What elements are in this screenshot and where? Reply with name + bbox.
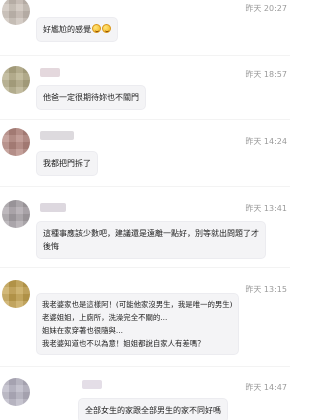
avatar[interactable]: [2, 378, 30, 406]
avatar[interactable]: [2, 128, 30, 156]
comment-text: 我都把門拆了: [43, 159, 91, 168]
comment-text: 老婆姐姐，上廁所，洗澡完全不關的...: [42, 313, 168, 322]
comment-time: 昨天 14:24: [245, 137, 287, 146]
comment-item: 昨天 13:41 這種事應該少數吧，建議還是遠離一點好，別等就出問題了才 後悔: [0, 196, 290, 264]
avatar[interactable]: [2, 200, 30, 228]
comment-bubble: 我老婆家也是這樣阿！(可能他家沒男生，我是唯一的男生) 老婆姐姐，上廁所，洗澡完…: [36, 293, 239, 355]
comment-text: 這種事應該少數吧，建議還是遠離一點好，別等就出問題了才: [43, 229, 259, 238]
divider: [0, 55, 290, 56]
comment-time: 昨天 14:47: [245, 383, 287, 392]
comment-text: 後悔: [43, 242, 59, 251]
username-blurred[interactable]: [82, 380, 102, 389]
avatar[interactable]: [2, 280, 30, 308]
avatar[interactable]: [2, 66, 30, 94]
comment-bubble: 他爸一定很期待妳也不關門: [36, 85, 146, 110]
divider: [0, 186, 290, 187]
comment-bubble: 好尷尬的感覺: [36, 17, 118, 42]
avatar[interactable]: [2, 0, 30, 25]
comment-item: 昨天 14:47 全部女生的家跟全部男生的家不同好嗎: [0, 374, 290, 420]
grinning-sweat-emoji-icon: [92, 24, 101, 33]
comment-text: 好尷尬的感覺: [43, 25, 91, 34]
username-blurred[interactable]: [40, 203, 66, 212]
comment-bubble: 全部女生的家跟全部男生的家不同好嗎: [78, 398, 228, 420]
divider: [0, 366, 290, 367]
comment-time: 昨天 20:27: [245, 4, 287, 13]
comment-time: 昨天 18:57: [245, 70, 287, 79]
comment-item: 昨天 18:57 他爸一定很期待妳也不關門: [0, 62, 290, 114]
comment-text: 姐妹在家穿著也很隨與...: [42, 326, 123, 335]
comment-text: 他爸一定很期待妳也不關門: [43, 93, 139, 102]
grinning-sweat-emoji-icon: [102, 24, 111, 33]
comment-bubble: 這種事應該少數吧，建議還是遠離一點好，別等就出問題了才 後悔: [36, 221, 266, 259]
comment-bubble: 我都把門拆了: [36, 151, 98, 176]
comment-text: 全部女生的家跟全部男生的家不同好嗎: [85, 406, 221, 415]
comment-item: 昨天 14:24 我都把門拆了: [0, 126, 290, 176]
comment-text: 我老婆家也是這樣阿！(可能他家沒男生，我是唯一的男生): [42, 300, 233, 309]
divider: [0, 119, 290, 120]
comment-time: 昨天 13:41: [245, 204, 287, 213]
comment-time: 昨天 13:15: [245, 285, 287, 294]
comment-item: 昨天 13:15 我老婆家也是這樣阿！(可能他家沒男生，我是唯一的男生) 老婆姐…: [0, 276, 290, 360]
comment-text: 我老婆知道也不以為意！姐姐都說自家人有差嗎？: [42, 339, 205, 348]
username-blurred[interactable]: [40, 131, 74, 140]
comment-item: 昨天 20:27 好尷尬的感覺: [0, 0, 290, 48]
username-blurred[interactable]: [40, 68, 60, 77]
divider: [0, 267, 290, 268]
